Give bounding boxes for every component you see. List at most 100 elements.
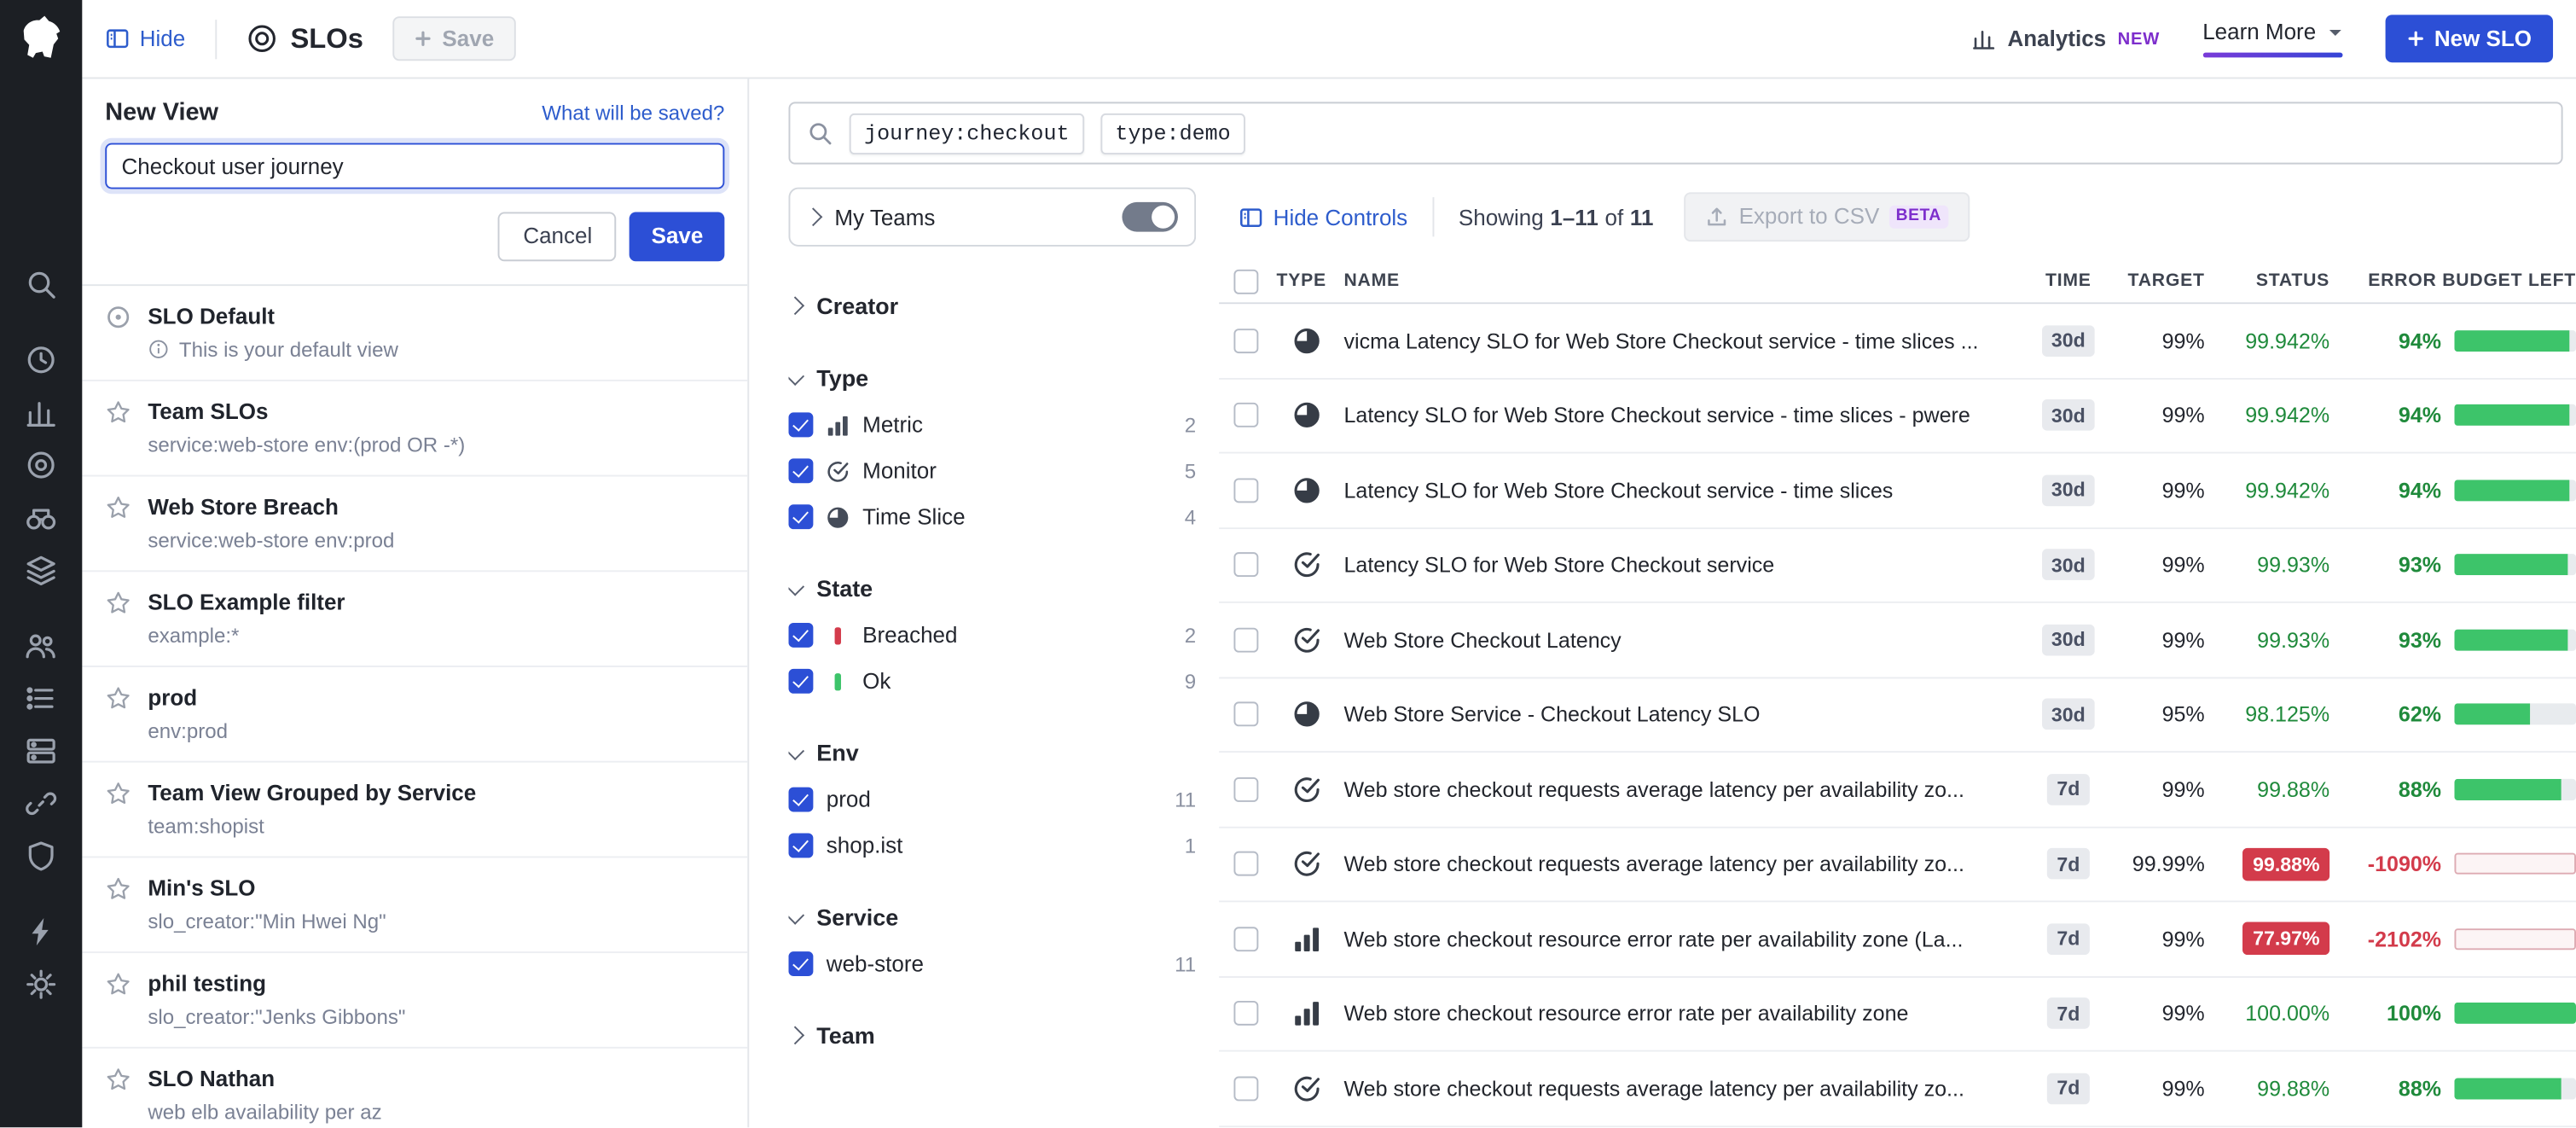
facet-checkbox[interactable] [788, 504, 813, 529]
row-checkbox[interactable] [1233, 927, 1258, 951]
saved-view-item[interactable]: phil testing slo_creator:"Jenks Gibbons" [82, 952, 747, 1048]
sidebar-bolt-icon[interactable] [25, 916, 58, 949]
facet-item[interactable]: Breached 2 [788, 623, 1196, 648]
sidebar-chart-icon[interactable] [25, 396, 58, 429]
facet-item[interactable]: shop.ist 1 [788, 833, 1196, 858]
column-header[interactable]: TYPE [1268, 271, 1344, 291]
slo-name[interactable]: Web store checkout resource error rate p… [1343, 1001, 2030, 1026]
new-slo-button[interactable]: New SLO [2385, 15, 2553, 63]
column-header[interactable]: TIME [2031, 271, 2107, 291]
sidebar-gear-icon[interactable] [25, 968, 58, 1001]
datadog-logo[interactable] [13, 11, 68, 67]
learn-more-dropdown[interactable]: Learn More [2202, 20, 2342, 57]
slo-row[interactable]: Web Store Service - Checkout Latency SLO… [1219, 677, 2576, 753]
analytics-link[interactable]: Analytics NEW [1971, 26, 2160, 51]
sidebar-target-icon[interactable] [25, 449, 58, 482]
my-teams-toggle[interactable] [1122, 202, 1177, 232]
search-token[interactable]: type:demo [1100, 113, 1245, 154]
row-checkbox[interactable] [1233, 852, 1258, 876]
what-will-be-saved-link[interactable]: What will be saved? [542, 102, 724, 125]
saved-view-item[interactable]: prod env:prod [82, 666, 747, 762]
search-token[interactable]: journey:checkout [850, 113, 1084, 154]
sidebar-layers-icon[interactable] [25, 554, 58, 587]
row-checkbox[interactable] [1233, 1001, 1258, 1026]
slo-name[interactable]: Latency SLO for Web Store Checkout servi… [1343, 478, 2030, 503]
sidebar-people-icon[interactable] [25, 630, 58, 663]
slo-name[interactable]: Web store checkout resource error rate p… [1343, 927, 2030, 951]
column-header[interactable]: NAME [1343, 271, 2030, 291]
saved-view-item[interactable]: SLO Nathan web elb availability per az [82, 1048, 747, 1127]
select-all-checkbox[interactable] [1233, 269, 1258, 294]
sidebar-list-icon[interactable] [25, 682, 58, 715]
facet-checkbox[interactable] [788, 951, 813, 976]
saved-view-item[interactable]: Min's SLO slo_creator:"Min Hwei Ng" [82, 857, 747, 952]
slo-name[interactable]: Web store checkout requests average late… [1343, 852, 2030, 876]
export-csv-button[interactable]: Export to CSV BETA [1685, 192, 1970, 241]
saved-view-item[interactable]: Team View Grouped by Service team:shopis… [82, 762, 747, 858]
column-header[interactable]: ERROR BUDGET LEFT [2329, 271, 2576, 291]
slo-row[interactable]: Web Store Checkout Latency 30d 99% 99.93… [1219, 603, 2576, 678]
slo-row[interactable]: Web store checkout requests average late… [1219, 828, 2576, 903]
hide-views-button[interactable]: Hide [105, 26, 185, 51]
slo-row[interactable]: Web store checkout resource error rate p… [1219, 977, 2576, 1052]
saved-view-default[interactable]: SLO Default This is your default view [82, 285, 747, 381]
slo-row[interactable]: Web store checkout requests average late… [1219, 753, 2576, 828]
slo-row[interactable]: vicma Latency SLO for Web Store Checkout… [1219, 304, 2576, 379]
sidebar-clock-icon[interactable] [25, 344, 58, 377]
column-header[interactable]: TARGET [2106, 271, 2205, 291]
facet-item[interactable]: prod 11 [788, 788, 1196, 812]
facet-checkbox[interactable] [788, 623, 813, 648]
slo-row[interactable]: Web store checkout requests average late… [1219, 1052, 2576, 1127]
column-header[interactable]: STATUS [2205, 271, 2329, 291]
facet-item[interactable]: Metric 2 [788, 412, 1196, 437]
row-checkbox[interactable] [1233, 627, 1258, 652]
facet-item[interactable]: Monitor 5 [788, 458, 1196, 483]
row-checkbox[interactable] [1233, 702, 1258, 727]
save-button[interactable]: Save [630, 212, 725, 260]
hide-controls-button[interactable]: Hide Controls [1239, 205, 1407, 230]
sidebar-binoculars-icon[interactable] [25, 501, 58, 534]
cancel-button[interactable]: Cancel [498, 212, 617, 260]
view-name-input[interactable] [105, 143, 724, 189]
facet-checkbox[interactable] [788, 412, 813, 437]
facet-checkbox[interactable] [788, 458, 813, 483]
slo-row[interactable]: Latency SLO for Web Store Checkout servi… [1219, 379, 2576, 454]
facet-section-header[interactable]: Type [788, 365, 1196, 392]
slo-row[interactable]: Latency SLO for Web Store Checkout servi… [1219, 528, 2576, 603]
slo-name[interactable]: Latency SLO for Web Store Checkout servi… [1343, 403, 2030, 427]
row-checkbox[interactable] [1233, 403, 1258, 427]
facet-item[interactable]: web-store 11 [788, 951, 1196, 976]
saved-view-item[interactable]: Web Store Breach service:web-store env:p… [82, 476, 747, 572]
my-teams-filter[interactable]: My Teams [788, 188, 1196, 247]
slo-name[interactable]: vicma Latency SLO for Web Store Checkout… [1343, 329, 2030, 353]
facet-checkbox[interactable] [788, 669, 813, 694]
saved-view-item[interactable]: SLO Example filter example:* [82, 571, 747, 666]
facet-section-header[interactable]: State [788, 575, 1196, 602]
facet-section-header[interactable]: Team [788, 1022, 1196, 1049]
row-checkbox[interactable] [1233, 329, 1258, 353]
row-checkbox[interactable] [1233, 553, 1258, 578]
sidebar-search-icon[interactable] [25, 268, 58, 301]
slo-name[interactable]: Web Store Service - Checkout Latency SLO [1343, 702, 2030, 727]
slo-name[interactable]: Web Store Checkout Latency [1343, 627, 2030, 652]
facet-item[interactable]: Time Slice 4 [788, 504, 1196, 529]
row-checkbox[interactable] [1233, 777, 1258, 802]
facet-section-header[interactable]: Creator [788, 293, 1196, 319]
facet-section-header[interactable]: Env [788, 740, 1196, 766]
row-checkbox[interactable] [1233, 478, 1258, 503]
facet-section-header[interactable]: Service [788, 904, 1196, 930]
slo-name[interactable]: Latency SLO for Web Store Checkout servi… [1343, 553, 2030, 578]
sidebar-shield-icon[interactable] [25, 840, 58, 873]
sidebar-servers-icon[interactable] [25, 735, 58, 768]
saved-view-item[interactable]: Team SLOs service:web-store env:(prod OR… [82, 381, 747, 476]
sidebar-link-icon[interactable] [25, 788, 58, 821]
facet-checkbox[interactable] [788, 833, 813, 858]
slo-name[interactable]: Web store checkout requests average late… [1343, 1076, 2030, 1101]
slo-search-bar[interactable]: journey:checkout type:demo [788, 102, 2562, 164]
slo-row[interactable]: Latency SLO for Web Store Checkout servi… [1219, 454, 2576, 529]
save-view-header-button[interactable]: Save [393, 16, 516, 61]
row-checkbox[interactable] [1233, 1076, 1258, 1101]
facet-checkbox[interactable] [788, 788, 813, 812]
slo-row[interactable]: Web store checkout resource error rate p… [1219, 902, 2576, 977]
slo-name[interactable]: Web store checkout requests average late… [1343, 777, 2030, 802]
